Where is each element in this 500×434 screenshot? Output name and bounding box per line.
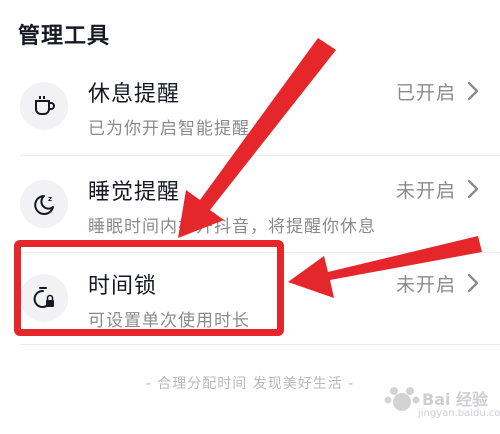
watermark-text: Bai 经验 <box>422 390 489 409</box>
annotation-arrow-left <box>288 236 482 298</box>
annotation-arrows <box>178 38 482 298</box>
annotation-arrow-diagonal <box>178 38 336 238</box>
watermark-url: jingyan.baidu.com <box>418 408 500 419</box>
watermark-logo: Bai 经验 jingyan.baidu.com <box>382 378 500 426</box>
